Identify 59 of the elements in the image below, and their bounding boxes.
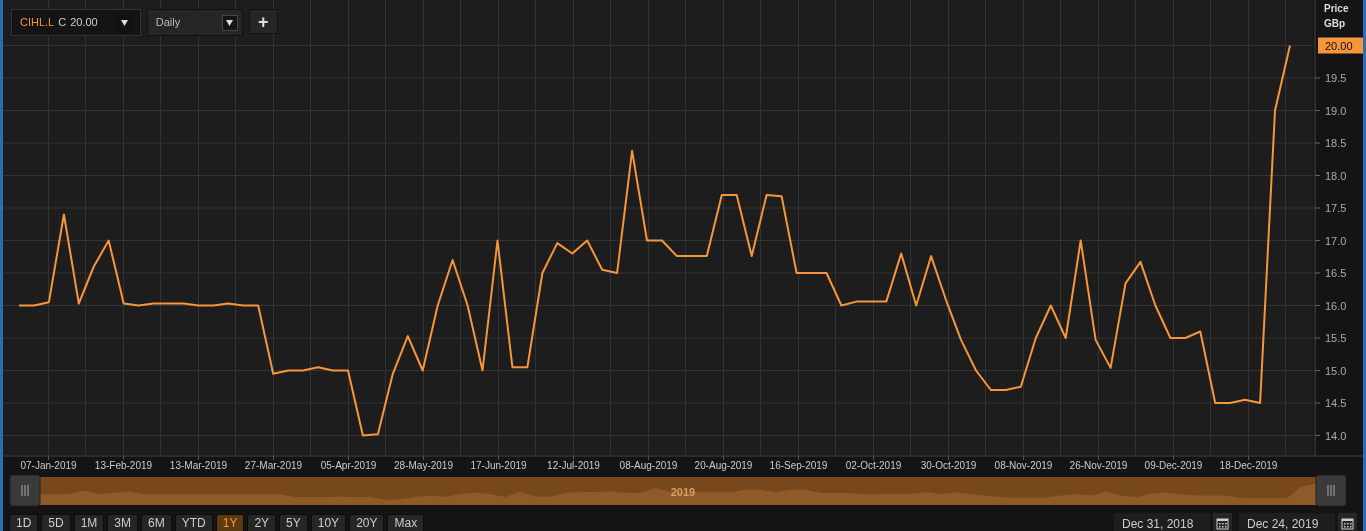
x-axis-label: 18-Dec-2019	[1219, 460, 1278, 471]
range-button[interactable]: 3M	[107, 514, 139, 531]
dropdown-icon[interactable]	[221, 14, 238, 31]
x-axis-label: 26-Nov-2019	[1069, 460, 1128, 471]
range-handle[interactable]	[9, 475, 41, 507]
date-field[interactable]: Dec 24, 2019	[1239, 512, 1335, 531]
axis-unit: GBp	[1324, 18, 1346, 29]
x-axis-label: 02-Oct-2019	[845, 460, 902, 471]
date-field[interactable]: Dec 31, 2018	[1114, 512, 1210, 531]
interval-selector[interactable]: Daily	[146, 9, 243, 36]
y-axis-label: 18.0	[1325, 169, 1347, 182]
x-axis-label: 08-Aug-2019	[619, 460, 678, 471]
quote-label: C	[58, 15, 67, 31]
x-axis-label: 13-Mar-2019	[169, 460, 228, 471]
range-button[interactable]: 10Y	[310, 514, 347, 531]
range-button[interactable]: YTD	[174, 514, 213, 531]
add-button[interactable]: +	[248, 9, 278, 34]
x-axis-label: 07-Jan-2019	[20, 460, 77, 471]
y-axis-label: 14.0	[1325, 429, 1347, 442]
quote-value: 20.00	[70, 15, 98, 31]
range-button[interactable]: 1Y	[215, 514, 245, 531]
y-axis-label: 14.5	[1325, 397, 1347, 409]
x-axis-label: 12-Jul-2019	[547, 460, 600, 471]
navigator-label: 2019	[670, 486, 696, 498]
range-button[interactable]: 5Y	[279, 514, 308, 531]
interval-text: Daily	[155, 15, 181, 31]
range-button[interactable]: 1M	[73, 514, 105, 531]
range-button[interactable]: 5D	[41, 514, 71, 531]
x-axis-label: 16-Sep-2019	[769, 460, 828, 471]
y-axis-label: 19.5	[1325, 72, 1347, 84]
calendar-icon[interactable]	[1338, 512, 1357, 531]
y-axis-label: 17.5	[1325, 202, 1347, 214]
x-axis-label: 09-Dec-2019	[1144, 460, 1203, 471]
axis-title: Price	[1324, 3, 1349, 14]
x-axis-label: 28-May-2019	[394, 460, 453, 471]
range-button[interactable]: 2Y	[247, 514, 277, 531]
y-axis-label: 16.0	[1325, 299, 1347, 312]
y-axis-label: 18.5	[1325, 137, 1347, 149]
range-button[interactable]: 20Y	[349, 514, 385, 531]
x-axis-label: 20-Aug-2019	[694, 460, 753, 471]
x-axis-label: 08-Nov-2019	[994, 460, 1053, 471]
y-axis-label: 15.5	[1325, 332, 1347, 344]
calendar-icon[interactable]	[1213, 512, 1232, 531]
range-handle[interactable]	[1315, 475, 1347, 507]
last-price-badge: 20.00	[1318, 37, 1363, 54]
range-button[interactable]: Max	[387, 514, 425, 531]
x-axis-label: 17-Jun-2019	[470, 460, 527, 471]
x-axis-label: 05-Apr-2019	[320, 460, 377, 471]
range-button[interactable]: 1D	[9, 514, 39, 531]
x-axis-label: 13-Feb-2019	[94, 460, 153, 471]
x-axis-label: 30-Oct-2019	[920, 460, 977, 471]
symbol-text: CIHL.L	[20, 15, 55, 31]
y-axis-label: 17.0	[1325, 234, 1347, 247]
y-axis-label: 15.0	[1325, 364, 1347, 377]
y-axis-label: 19.0	[1325, 104, 1347, 117]
symbol-selector[interactable]: CIHL.L C 20.00	[11, 9, 141, 36]
x-axis-label: 27-Mar-2019	[244, 460, 303, 471]
range-button[interactable]: 6M	[141, 514, 172, 531]
y-axis-label: 16.5	[1325, 267, 1347, 279]
